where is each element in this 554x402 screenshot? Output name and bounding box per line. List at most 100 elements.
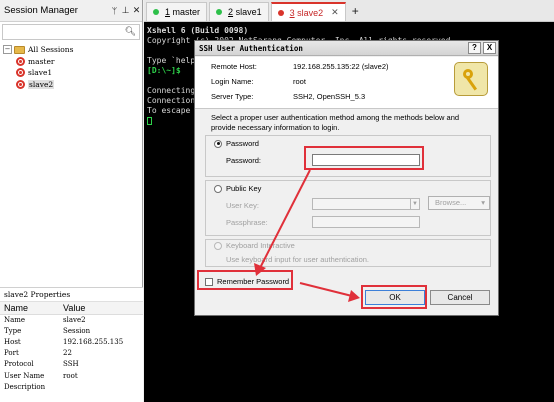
remote-host-value: 192.168.255.135:22 (slave2): [293, 62, 389, 71]
session-tree: − All Sessions master slave1 slave2: [0, 42, 142, 92]
tree-item-master[interactable]: master: [2, 56, 140, 68]
property-name: Port: [4, 349, 19, 358]
user-key-label: User Key:: [226, 201, 259, 210]
property-value: 22: [63, 349, 72, 358]
remote-host-label: Remote Host:: [211, 62, 257, 71]
property-row[interactable]: Name slave2: [0, 314, 143, 325]
session-manager-header: Session Manager ᛘ ⊥ ✕: [0, 0, 142, 22]
tab-master[interactable]: 1 master: [146, 2, 208, 21]
tree-label: slave2: [28, 79, 55, 89]
session-manager-panel: Session Manager ᛘ ⊥ ✕ 🔍︎ − All Sessions …: [0, 0, 143, 402]
close-icon[interactable]: X: [483, 42, 496, 54]
property-name: Host: [4, 337, 21, 346]
dialog-titlebar: SSH User Authentication ? X: [195, 41, 498, 56]
status-dot-icon: [277, 9, 284, 16]
tab-label: slave2: [297, 7, 324, 18]
tree-item-slave2[interactable]: slave2: [2, 79, 140, 91]
tab-number: 2: [228, 7, 234, 17]
public-key-radio[interactable]: Public Key: [214, 184, 261, 193]
password-group: Password Password:: [205, 135, 491, 177]
property-row[interactable]: Type Session: [0, 325, 143, 336]
properties-title: slave2 Properties: [0, 288, 143, 302]
user-key-select[interactable]: ▼: [312, 198, 420, 210]
property-name: Name: [4, 315, 26, 324]
connection-info: Remote Host: 192.168.255.135:22 (slave2) …: [195, 57, 498, 109]
property-name: Protocol: [4, 360, 34, 369]
session-icon: [16, 68, 25, 78]
session-search-input[interactable]: 🔍︎: [2, 24, 140, 40]
folder-icon: [14, 45, 25, 54]
passphrase-label: Passphrase:: [226, 218, 268, 227]
property-name: User Name: [4, 371, 45, 380]
server-type-value: SSH2, OpenSSH_5.3: [293, 92, 366, 101]
checkbox-icon: [205, 277, 213, 286]
keyboard-option-label: Keyboard Interactive: [226, 241, 295, 250]
server-type-label: Server Type:: [211, 92, 254, 101]
ssh-auth-dialog: SSH User Authentication ? X Remote Host:…: [194, 40, 499, 316]
remember-password-label: Remember Password: [217, 277, 290, 286]
dropdown-arrow-icon: ▾: [481, 198, 485, 207]
tab-number: 1: [165, 7, 171, 17]
public-key-group: Public Key User Key: ▼ Browse... ▾ Passp…: [205, 180, 491, 236]
keys-icon: [454, 62, 488, 96]
chevron-down-icon: ▼: [410, 199, 419, 209]
tab-slave1[interactable]: 2 slave1: [209, 2, 269, 21]
tree-label: master: [28, 56, 55, 66]
property-row[interactable]: Protocol SSH: [0, 359, 143, 370]
property-row[interactable]: Host 192.168.255.135: [0, 336, 143, 347]
property-value: SSH: [63, 360, 79, 369]
cursor: [147, 116, 152, 125]
public-key-option-label: Public Key: [226, 184, 262, 193]
radio-icon: [214, 184, 222, 193]
tree-label: All Sessions: [28, 45, 74, 55]
status-dot-icon: [216, 9, 223, 15]
keyboard-description: Use keyboard input for user authenticati…: [226, 255, 370, 264]
remember-password-checkbox[interactable]: Remember Password: [205, 277, 289, 286]
help-icon[interactable]: ?: [468, 42, 481, 54]
property-row[interactable]: User Name root: [0, 370, 143, 381]
login-name-row: Login Name: root: [211, 76, 306, 88]
property-value: slave2: [63, 315, 86, 324]
property-name: Type: [4, 326, 22, 335]
property-row[interactable]: Description: [0, 381, 143, 392]
browse-button[interactable]: Browse... ▾: [428, 196, 490, 210]
tab-close-icon[interactable]: ✕: [331, 7, 339, 18]
tab-number: 3: [289, 7, 295, 18]
property-row[interactable]: Port 22: [0, 348, 143, 359]
password-field[interactable]: [312, 154, 420, 166]
password-option-label: Password: [226, 139, 259, 148]
login-name-value: root: [293, 77, 306, 86]
property-name: Description: [4, 382, 46, 391]
tab-slave2[interactable]: 3 slave2 ✕: [270, 2, 346, 21]
collapse-icon[interactable]: −: [3, 45, 12, 55]
keyboard-interactive-radio[interactable]: Keyboard Interactive: [214, 241, 295, 250]
session-icon: [16, 56, 25, 66]
property-value: Session: [63, 326, 91, 335]
close-icon[interactable]: ✕: [131, 5, 142, 16]
column-header-value[interactable]: Value: [59, 302, 143, 315]
passphrase-field[interactable]: [312, 216, 420, 228]
add-tab-button[interactable]: +: [348, 4, 363, 18]
radio-selected-icon: [214, 139, 222, 148]
cancel-button[interactable]: Cancel: [430, 290, 490, 305]
property-value: root: [63, 371, 78, 380]
server-type-row: Server Type: SSH2, OpenSSH_5.3: [211, 91, 365, 103]
terminal-line: Xshell 6 (Build 0098): [147, 26, 249, 35]
search-icon[interactable]: 🔍︎: [125, 26, 136, 37]
column-header-name[interactable]: Name: [0, 302, 60, 315]
tree-root-all-sessions[interactable]: − All Sessions: [2, 44, 140, 56]
tab-label: slave1: [235, 7, 262, 17]
properties-table: Name Value Name slave2 Type Session Host 192.…: [0, 302, 143, 392]
pin-icon[interactable]: ᛘ: [109, 6, 120, 16]
session-manager-title: Session Manager: [4, 5, 78, 16]
property-value: 192.168.255.135: [63, 337, 124, 346]
keyboard-interactive-group: Keyboard Interactive Use keyboard input …: [205, 239, 491, 267]
radio-icon: [214, 241, 222, 250]
password-radio[interactable]: Password: [214, 139, 259, 148]
instructions-text: Select a proper user authentication meth…: [211, 113, 460, 132]
tree-label: slave1: [28, 68, 53, 78]
login-name-label: Login Name:: [211, 77, 254, 86]
autohide-icon[interactable]: ⊥: [120, 5, 131, 16]
tree-item-slave1[interactable]: slave1: [2, 67, 140, 79]
ok-button[interactable]: OK: [365, 290, 425, 305]
